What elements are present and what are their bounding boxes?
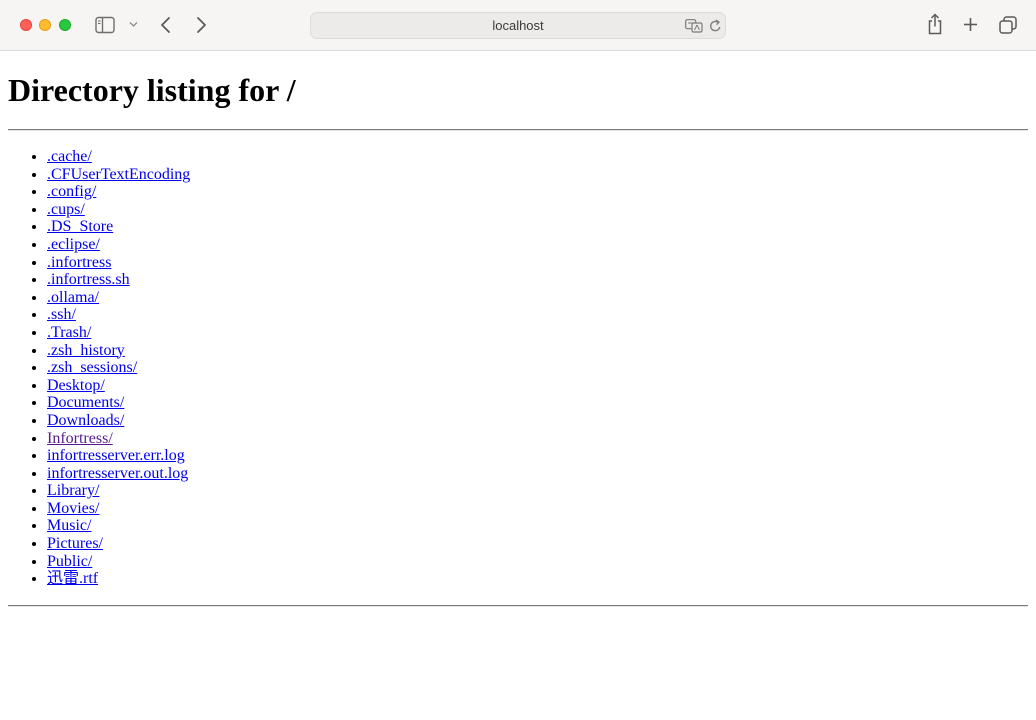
file-link[interactable]: Infortress/ [47,430,113,447]
file-link[interactable]: .ssh/ [47,306,76,323]
file-link[interactable]: .ollama/ [47,289,99,306]
chevron-down-icon[interactable] [129,21,138,28]
tab-overview-icon[interactable] [999,16,1017,34]
file-link[interactable]: Desktop/ [47,377,105,394]
file-link[interactable]: Pictures/ [47,535,103,552]
list-item: Pictures/ [47,535,1028,553]
maximize-window-button[interactable] [59,19,71,31]
sidebar-icon[interactable] [95,16,115,34]
file-link[interactable]: .eclipse/ [47,236,100,253]
list-item: .CFUserTextEncoding [47,166,1028,184]
file-link[interactable]: .CFUserTextEncoding [47,166,190,183]
page-title: Directory listing for / [8,72,296,108]
list-item: .infortress [47,254,1028,272]
list-item: .cache/ [47,148,1028,166]
file-link[interactable]: infortresserver.out.log [47,465,188,482]
file-link[interactable]: Library/ [47,482,99,499]
list-item: .zsh_history [47,342,1028,360]
list-item: .DS_Store [47,218,1028,236]
file-link[interactable]: Movies/ [47,500,99,517]
file-link[interactable]: .cache/ [47,148,92,165]
file-link[interactable]: infortresserver.err.log [47,447,185,464]
file-link[interactable]: .cups/ [47,201,85,218]
directory-list: .cache/.CFUserTextEncoding.config/.cups/… [8,148,1028,588]
back-arrow-icon[interactable] [159,15,173,35]
file-link[interactable]: .config/ [47,183,96,200]
file-link[interactable]: .infortress [47,254,111,271]
file-link[interactable]: Public/ [47,553,92,570]
list-item: Music/ [47,517,1028,535]
address-text: localhost [492,18,544,33]
file-link[interactable]: .Trash/ [47,324,91,341]
list-item: .infortress.sh [47,271,1028,289]
top-divider [8,129,1028,131]
address-bar[interactable]: localhost [310,12,726,39]
file-link[interactable]: Music/ [47,517,91,534]
plus-icon[interactable] [963,17,978,32]
share-icon[interactable] [926,13,944,35]
list-item: .eclipse/ [47,236,1028,254]
list-item: .ollama/ [47,289,1028,307]
file-link[interactable]: .infortress.sh [47,271,130,288]
file-link[interactable]: Downloads/ [47,412,124,429]
file-link[interactable]: .DS_Store [47,218,113,235]
reload-icon[interactable] [709,19,722,33]
list-item: infortresserver.out.log [47,465,1028,483]
browser-toolbar: localhost [0,0,1036,51]
file-link[interactable]: Documents/ [47,394,124,411]
list-item: .ssh/ [47,306,1028,324]
browser-window: localhost Directory listing for / • .cac… [0,0,1036,720]
page-content: Directory listing for / .cache/.CFUserTe… [0,51,1036,720]
list-item: Documents/ [47,394,1028,412]
translate-icon[interactable] [685,19,703,33]
close-window-button[interactable] [20,19,32,31]
list-item: Downloads/ [47,412,1028,430]
file-link[interactable]: 迅雷.rtf [47,570,98,587]
forward-arrow-icon[interactable] [194,15,208,35]
list-item: Infortress/ [47,430,1028,448]
minimize-window-button[interactable] [39,19,51,31]
list-item: infortresserver.err.log [47,447,1028,465]
list-item: Movies/ [47,500,1028,518]
bottom-divider [8,604,1028,607]
list-item: .config/ [47,183,1028,201]
list-item: Library/ [47,482,1028,500]
file-link[interactable]: .zsh_history [47,342,125,359]
file-link[interactable]: .zsh_sessions/ [47,359,137,376]
list-item: .zsh_sessions/ [47,359,1028,377]
list-item: .cups/ [47,201,1028,219]
list-item: 迅雷.rtf [47,570,1028,588]
list-item: .Trash/ [47,324,1028,342]
list-item: Public/ [47,553,1028,571]
list-item: Desktop/ [47,377,1028,395]
